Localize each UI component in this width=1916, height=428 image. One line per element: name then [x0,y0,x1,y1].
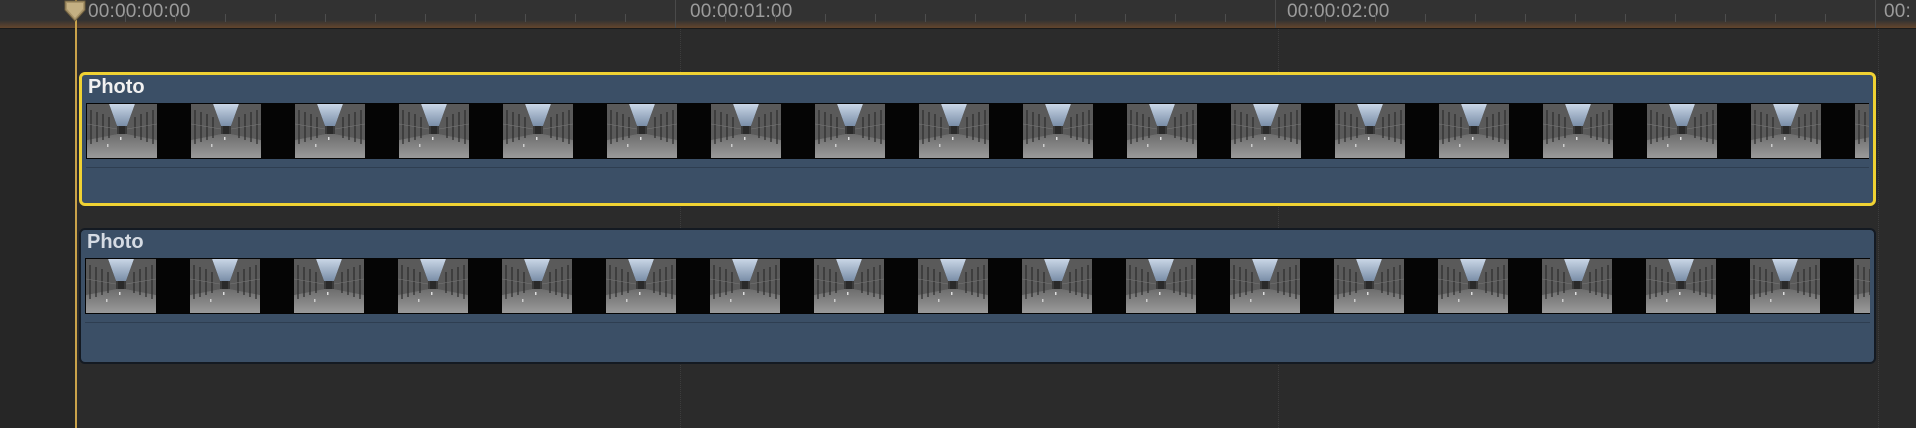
ruler-range-highlight [0,20,1916,28]
ruler-minor-tick [725,14,726,22]
ruler-minor-tick [475,14,476,22]
ruler-minor-tick [125,14,126,22]
gallery-photo-thumbnail-icon [1126,259,1196,313]
ruler-minor-tick [1125,14,1126,22]
ruler-major-tick [1875,0,1876,28]
gallery-photo-thumbnail-icon [815,104,885,158]
ruler-minor-tick [775,14,776,22]
gallery-photo-thumbnail-icon [1438,259,1508,313]
ruler-minor-tick [1425,14,1426,22]
gallery-photo-thumbnail-icon [1230,259,1300,313]
clip-title: Photo [87,231,144,253]
ruler-minor-tick [1725,14,1726,22]
ruler-minor-tick [975,14,976,22]
gallery-photo-thumbnail-icon [1646,259,1716,313]
ruler-minor-tick [425,14,426,22]
ruler-minor-tick [1575,14,1576,22]
ruler-minor-tick [875,14,876,22]
gallery-photo-thumbnail-icon [1647,104,1717,158]
ruler-minor-tick [625,14,626,22]
ruler-minor-tick [925,14,926,22]
ruler-minor-tick [1375,14,1376,22]
gallery-photo-thumbnail-icon [295,104,365,158]
clip-title: Photo [88,76,145,98]
ruler-minor-tick [325,14,326,22]
ruler-minor-tick [375,14,376,22]
playhead-line[interactable] [75,0,77,428]
gallery-photo-thumbnail-icon [1022,259,1092,313]
gallery-photo-thumbnail-icon [1231,104,1301,158]
playhead-handle-icon[interactable] [63,0,87,22]
ruler-major-tick [675,0,676,28]
gallery-photo-thumbnail-icon [502,259,572,313]
gallery-photo-thumbnail-icon [918,259,988,313]
ruler-minor-tick [825,14,826,22]
ruler-minor-tick [1625,14,1626,22]
gallery-photo-thumbnail-icon [1335,104,1405,158]
ruler-major-tick [1275,0,1276,28]
gallery-photo-thumbnail-icon [1127,104,1197,158]
gallery-photo-thumbnail-icon [919,104,989,158]
ruler-timecode-3: 00: [1884,1,1912,22]
gallery-photo-thumbnail-icon [191,104,261,158]
ruler-minor-tick [1675,14,1676,22]
gallery-photo-thumbnail-icon [398,259,468,313]
timeline-clip-photo-2[interactable]: Photo [79,228,1876,364]
ruler-minor-tick [275,14,276,22]
ruler-minor-tick [1775,14,1776,22]
gallery-photo-thumbnail-icon [1542,259,1612,313]
gallery-photo-thumbnail-icon [503,104,573,158]
ruler-minor-tick [1225,14,1226,22]
gallery-photo-thumbnail-icon [294,259,364,313]
gallery-photo-thumbnail-icon [1855,104,1869,158]
ruler-minor-tick [1475,14,1476,22]
gallery-photo-thumbnail-icon [607,104,677,158]
gallery-photo-thumbnail-icon [399,104,469,158]
gallery-photo-thumbnail-icon [1334,259,1404,313]
ruler-minor-tick [1825,14,1826,22]
ruler-timecode-1: 00:00:01:00 [690,1,793,22]
clip-filmstrip [85,258,1870,314]
clip-audio-divider [85,322,1870,323]
clip-audio-divider [86,167,1869,168]
ruler-minor-tick [1175,14,1176,22]
gallery-photo-thumbnail-icon [86,259,156,313]
ruler-minor-tick [1325,14,1326,22]
gallery-photo-thumbnail-icon [710,259,780,313]
timeline-gridline [1878,29,1879,428]
ruler-minor-tick [575,14,576,22]
timeline-clip-photo-1[interactable]: Photo [79,72,1876,206]
gallery-photo-thumbnail-icon [1439,104,1509,158]
gallery-photo-thumbnail-icon [606,259,676,313]
gallery-photo-thumbnail-icon [190,259,260,313]
timeline-ruler[interactable]: 00:00:00:00 00:00:01:00 00:00:02:00 00: [0,0,1916,29]
gallery-photo-thumbnail-icon [1543,104,1613,158]
ruler-minor-tick [1075,14,1076,22]
ruler-minor-tick [175,14,176,22]
ruler-minor-tick [1525,14,1526,22]
ruler-minor-tick [1025,14,1026,22]
ruler-minor-tick [525,14,526,22]
gallery-photo-thumbnail-icon [814,259,884,313]
gallery-photo-thumbnail-icon [1023,104,1093,158]
gallery-photo-thumbnail-icon [87,104,157,158]
gallery-photo-thumbnail-icon [1750,259,1820,313]
gallery-photo-thumbnail-icon [1854,259,1870,313]
clip-filmstrip [86,103,1869,159]
gallery-photo-thumbnail-icon [1751,104,1821,158]
ruler-minor-tick [225,14,226,22]
timeline-gutter [0,29,75,428]
gallery-photo-thumbnail-icon [711,104,781,158]
